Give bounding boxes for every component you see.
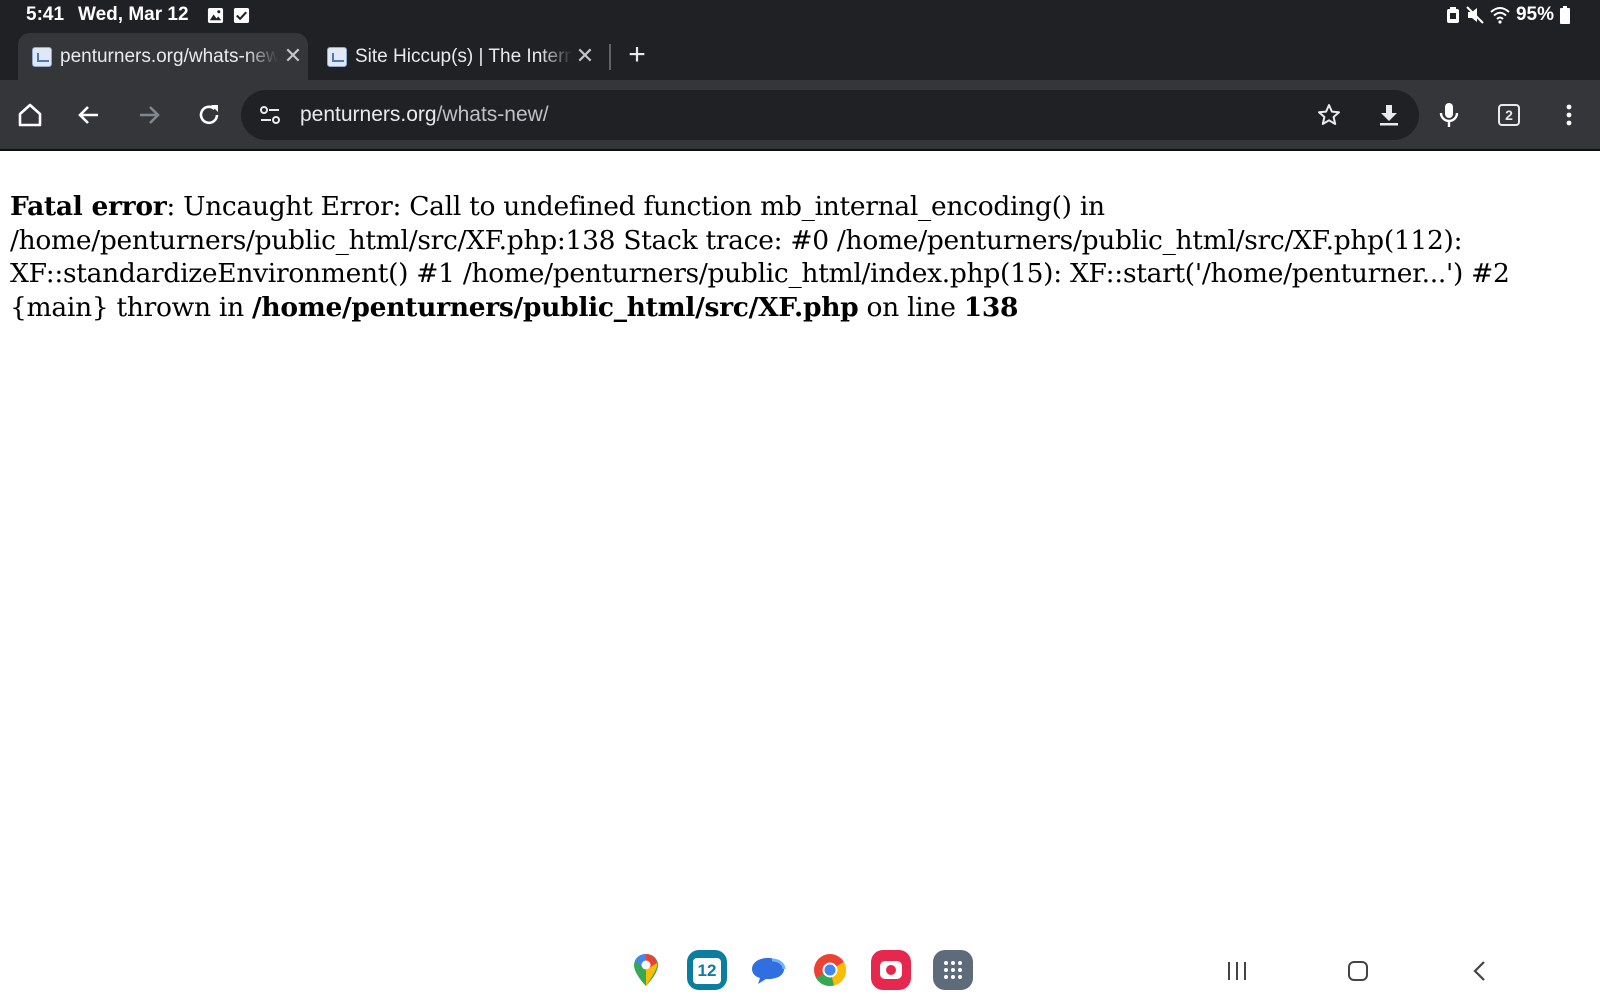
- grid-dots: [944, 961, 962, 979]
- battery-saver-icon: [1446, 7, 1459, 23]
- tab-penturners[interactable]: penturners.org/whats-new/ ✕: [18, 33, 308, 80]
- reload-button[interactable]: [191, 97, 227, 133]
- camera-body: [880, 961, 902, 979]
- url-path: /whats-new/: [436, 103, 549, 126]
- back-nav-button[interactable]: [1462, 953, 1498, 989]
- tab-count: 2: [1498, 104, 1520, 126]
- tab-site-hiccups[interactable]: Site Hiccup(s) | The Internationa ✕: [312, 33, 604, 80]
- back-nav-icon: [1473, 961, 1485, 981]
- back-button[interactable]: [71, 97, 107, 133]
- url-text[interactable]: penturners.org/whats-new/: [300, 103, 549, 127]
- address-bar[interactable]: penturners.org/whats-new/: [241, 90, 1419, 140]
- reload-icon: [199, 105, 219, 125]
- maps-icon[interactable]: [626, 950, 666, 990]
- tab-strip: penturners.org/whats-new/ ✕ Site Hiccup(…: [0, 30, 1600, 80]
- more-menu-button[interactable]: [1551, 97, 1587, 133]
- tab-close-icon[interactable]: ✕: [574, 45, 596, 67]
- recents-icon: [1228, 962, 1246, 980]
- wifi-icon: [1490, 7, 1510, 24]
- battery-percent: 95%: [1515, 4, 1554, 25]
- camera-lens: [886, 965, 896, 975]
- voice-search-button[interactable]: [1431, 97, 1467, 133]
- site-favicon-icon: [327, 46, 347, 67]
- status-time: 5:41: [26, 4, 65, 25]
- site-favicon-icon: [32, 46, 52, 67]
- home-nav-icon: [1348, 961, 1368, 981]
- recents-button[interactable]: [1219, 953, 1255, 989]
- camera-icon[interactable]: [871, 950, 911, 990]
- error-file: /home/penturners/public_html/src/XF.php: [252, 291, 859, 323]
- error-label: Fatal error: [10, 191, 167, 222]
- error-message: Fatal error: Uncaught Error: Call to und…: [10, 190, 1590, 324]
- gallery-notification-icon: [207, 7, 224, 24]
- tab-title: penturners.org/whats-new/: [60, 45, 278, 67]
- tab-divider: [609, 44, 611, 70]
- error-line-text: on line: [858, 291, 964, 323]
- microphone-icon: [1439, 103, 1459, 127]
- calendar-day: 12: [693, 958, 721, 984]
- browser-toolbar: penturners.org/whats-new/ 2: [0, 80, 1600, 151]
- home-button[interactable]: [12, 97, 48, 133]
- more-vert-icon: [1566, 104, 1572, 126]
- back-arrow-icon: [78, 106, 98, 124]
- status-bar: 5:41 Wed, Mar 12 95%: [0, 0, 1600, 30]
- mute-icon: [1466, 6, 1484, 24]
- error-line-number: 138: [963, 291, 1019, 323]
- chrome-icon[interactable]: [810, 950, 850, 990]
- home-nav-button[interactable]: [1340, 953, 1376, 989]
- home-icon: [18, 103, 42, 127]
- messages-icon[interactable]: [748, 950, 788, 990]
- site-settings-icon[interactable]: [259, 104, 281, 126]
- apps-grid-icon[interactable]: [933, 950, 973, 990]
- battery-icon: [1560, 6, 1570, 24]
- status-date: Wed, Mar 12: [78, 4, 189, 25]
- calendar-icon[interactable]: 12: [687, 950, 727, 990]
- new-tab-button[interactable]: +: [622, 40, 652, 71]
- download-icon[interactable]: [1377, 103, 1401, 127]
- url-domain: penturners.org: [300, 103, 437, 126]
- tab-title: Site Hiccup(s) | The Internationa: [355, 45, 573, 67]
- checkbox-notification-icon: [233, 7, 250, 24]
- forward-button[interactable]: [131, 97, 167, 133]
- forward-arrow-icon: [140, 106, 160, 124]
- bookmark-star-icon[interactable]: [1317, 103, 1341, 127]
- tab-switcher-button[interactable]: 2: [1491, 97, 1527, 133]
- tab-close-icon[interactable]: ✕: [282, 45, 304, 67]
